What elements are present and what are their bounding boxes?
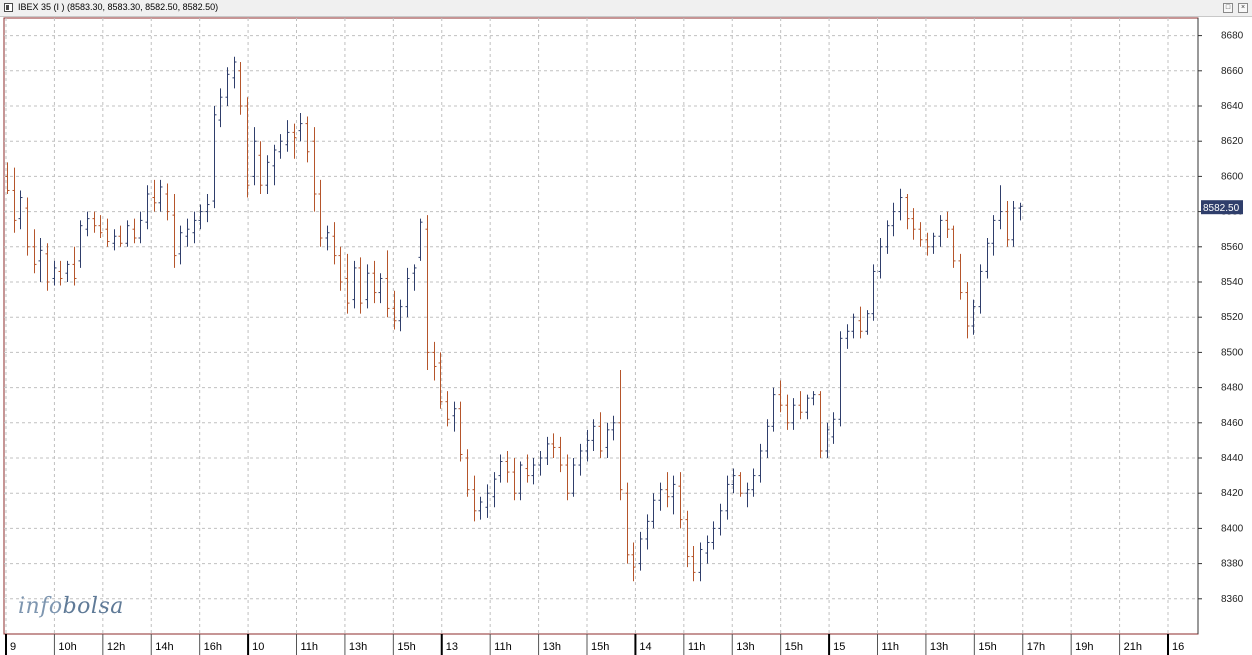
x-tick-label: 14h: [155, 641, 173, 653]
y-tick-label: 8460: [1221, 418, 1244, 429]
window-title: IBEX 35 (I ) (8583.30, 8583.30, 8582.50,…: [18, 2, 219, 12]
close-button[interactable]: ×: [1238, 3, 1248, 13]
x-tick-label: 13h: [349, 641, 367, 653]
y-tick-label: 8360: [1221, 594, 1244, 605]
x-tick-label: 13h: [543, 641, 561, 653]
y-tick-label: 8420: [1221, 488, 1244, 499]
x-tick-label: 16h: [204, 641, 222, 653]
ohlc-chart[interactable]: 8360 8380 8400 8420 8440 8460 8480 8500 8520 8540…: [0, 16, 1252, 655]
x-tick-label: 15: [833, 641, 845, 653]
x-tick-label: 15h: [978, 641, 996, 653]
x-tick-label: 17h: [1027, 641, 1045, 653]
x-tick-label: 19h: [1075, 641, 1093, 653]
x-tick-label: 16: [1172, 641, 1184, 653]
y-tick-label: 8560: [1221, 242, 1244, 253]
y-tick-label: 8600: [1221, 171, 1244, 182]
x-tick-label: 15h: [591, 641, 609, 653]
y-tick-label: 8440: [1221, 453, 1244, 464]
y-tick-label: 8380: [1221, 559, 1244, 570]
x-tick-label: 13h: [736, 641, 754, 653]
x-tick-label: 11h: [882, 641, 900, 653]
x-tick-label: 11h: [301, 641, 319, 653]
x-tick-label: 12h: [107, 641, 125, 653]
y-tick-label: 8480: [1221, 383, 1244, 394]
x-tick-label: 13: [446, 641, 458, 653]
y-tick-label: 8660: [1221, 66, 1244, 77]
y-tick-label: 8640: [1221, 101, 1244, 112]
last-price-label: 8582.50: [1203, 203, 1240, 214]
x-tick-label: 15h: [785, 641, 803, 653]
x-tick-label: 11h: [688, 641, 706, 653]
y-tick-label: 8400: [1221, 523, 1244, 534]
restore-button[interactable]: □: [1223, 3, 1233, 13]
x-tick-label: 10h: [58, 641, 76, 653]
y-tick-label: 8500: [1221, 347, 1244, 358]
infobolsa-logo: infobolsa: [18, 594, 124, 619]
x-tick-label: 11h: [494, 641, 512, 653]
y-tick-label: 8520: [1221, 312, 1244, 323]
plot-area: [3, 17, 1199, 635]
x-tick-label: 10: [252, 641, 264, 653]
window-icon: [4, 3, 13, 12]
y-tick-label: 8680: [1221, 31, 1244, 42]
x-tick-label: 14: [639, 641, 651, 653]
x-tick-label: 21h: [1124, 641, 1142, 653]
x-tick-label: 9: [10, 641, 16, 653]
x-tick-label: 13h: [930, 641, 948, 653]
title-bar: IBEX 35 (I ) (8583.30, 8583.30, 8582.50,…: [0, 0, 1252, 17]
logo-part-bolsa: bolsa: [62, 594, 124, 619]
logo-part-info: info: [18, 594, 63, 619]
y-tick-label: 8620: [1221, 136, 1244, 147]
x-tick-label: 15h: [397, 641, 415, 653]
y-tick-label: 8540: [1221, 277, 1244, 288]
